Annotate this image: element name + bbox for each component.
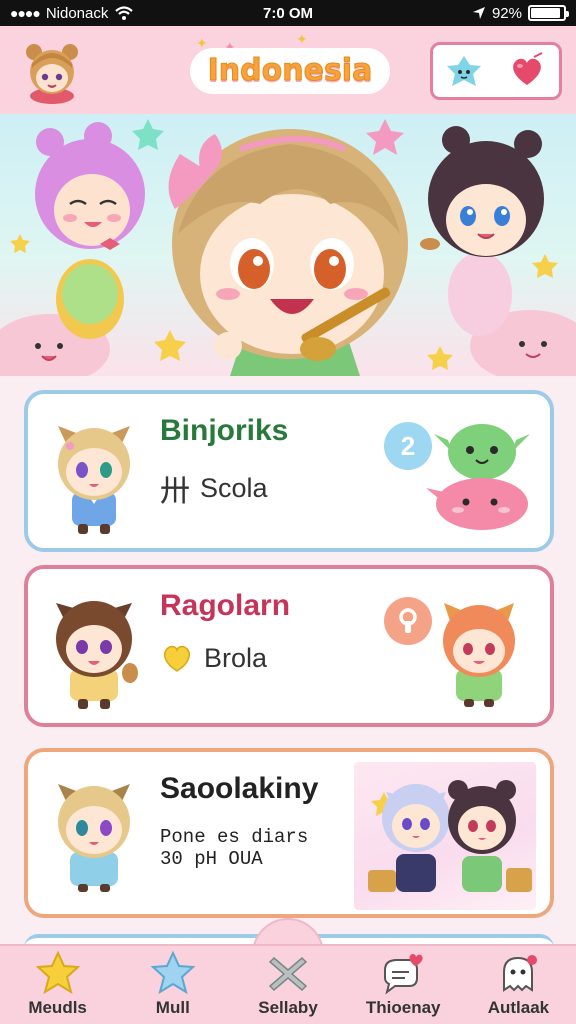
tab-meudls[interactable]: Meudls xyxy=(0,946,115,1024)
card-description: Pone es diars 30 pH OUA xyxy=(160,826,308,870)
tab-label: Sellaby xyxy=(258,998,318,1017)
tab-label: Thioenay xyxy=(365,998,441,1017)
page-title: Indonesia xyxy=(190,48,390,94)
slime-mascot-icon xyxy=(426,424,530,530)
cross-icon xyxy=(268,956,308,992)
glyph-icon: 卅 xyxy=(160,475,190,508)
hero-banner xyxy=(0,114,576,376)
chat-heart-icon xyxy=(384,954,423,995)
star-icon xyxy=(35,950,80,995)
tab-thioenay[interactable]: Thioenay xyxy=(346,946,461,1024)
status-bar: ●●●● Nidonack 7:0 OM 92% xyxy=(0,0,576,26)
signal-dots-icon: ●●●● xyxy=(10,5,41,21)
blue-star-icon xyxy=(150,950,196,995)
card-description-line: 30 pH OUA xyxy=(160,848,263,870)
character-avatar-blonde xyxy=(58,784,130,892)
battery-fill xyxy=(531,8,561,18)
heart-balloon-icon[interactable] xyxy=(506,51,548,91)
blue-star-mascot-icon[interactable] xyxy=(444,53,484,89)
card-title: Binjoriks xyxy=(160,414,289,447)
character-pink-hair xyxy=(35,122,145,339)
character-avatar-fox xyxy=(58,426,130,534)
ghost-icon xyxy=(503,955,538,992)
card-photo xyxy=(354,762,536,910)
carrier-name: Nidonack xyxy=(45,4,109,22)
sparkle-icon: ✦ xyxy=(296,32,308,48)
character-avatar-brown xyxy=(56,601,138,709)
list-card[interactable]: Saoolakiny Pone es diars 30 pH OUA xyxy=(24,748,554,918)
character-center-girl xyxy=(168,129,408,376)
tab-label: Autlaak xyxy=(487,998,550,1017)
card-subtitle: Brola xyxy=(160,641,267,675)
header-actions xyxy=(430,42,562,100)
tab-autlaak[interactable]: Autlaak xyxy=(461,946,576,1024)
card-title: Saoolakiny xyxy=(160,772,319,805)
character-avatar-icon[interactable] xyxy=(18,38,86,106)
tab-sellaby[interactable]: Sellaby xyxy=(230,946,345,1024)
tab-mull[interactable]: Mull xyxy=(115,946,230,1024)
tab-label: Mull xyxy=(155,998,190,1017)
character-dark-hair xyxy=(420,126,544,336)
clock: 7:0 OM xyxy=(262,4,313,22)
card-subtitle-text: Brola xyxy=(204,642,268,673)
character-avatar-orange xyxy=(443,603,515,707)
list-card[interactable]: Binjoriks 卅 Scola 2 xyxy=(24,390,554,552)
battery-percent: 92% xyxy=(491,4,522,22)
list-card[interactable]: Ragolarn Brola xyxy=(24,565,554,727)
card-title: Ragolarn xyxy=(160,589,291,622)
wifi-icon xyxy=(115,6,134,20)
app-header: ✦ ✦ ✦ Indonesia xyxy=(0,26,576,114)
two-characters-illustration xyxy=(368,780,532,892)
yellow-heart-icon xyxy=(164,645,190,672)
card-description-line: Pone es diars xyxy=(160,826,309,848)
star-icon xyxy=(132,119,164,150)
location-arrow-icon xyxy=(472,7,485,19)
card-subtitle: 卅 Scola xyxy=(160,466,268,510)
card-subtitle-text: Scola xyxy=(200,472,268,503)
bottom-tab-bar: Meudls Mull Sellaby Thioenay Autlaak xyxy=(0,944,576,1024)
battery-icon xyxy=(528,5,569,21)
banner-illustration xyxy=(0,119,576,376)
star-icon xyxy=(366,119,404,155)
tab-label: Meudls xyxy=(28,998,87,1017)
